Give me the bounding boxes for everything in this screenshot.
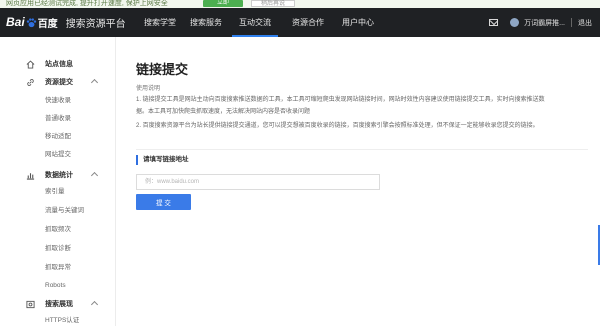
main-content: 链接提交 使用说明 1. 链接提交工具是网站主动向百度搜索推送数据的工具，本工具… (116, 37, 600, 326)
sidebar-data-stats[interactable]: 数据统计 (0, 168, 115, 184)
sidebar-site-info[interactable]: 站点信息 (0, 57, 115, 73)
url-section-title: 请填写链接地址 (136, 155, 189, 165)
avatar[interactable] (510, 18, 520, 27)
sidebar-item-normal-index[interactable]: 普通收录 (45, 114, 71, 123)
sidebar-site-info-label: 站点信息 (45, 61, 73, 68)
sidebar: 站点信息 资源提交 快速收录 普通收录 移动适配 网站提交 数据统计 索引量 流… (0, 37, 116, 326)
mail-icon[interactable] (489, 19, 499, 26)
notice-secondary-button[interactable]: 稍后再说 (251, 0, 295, 7)
sidebar-item-crawl-errors[interactable]: 抓取异常 (45, 263, 71, 272)
sidebar-item-robots[interactable]: Robots (45, 281, 66, 290)
header-right: 万词霸屏推... 退出 (489, 8, 592, 37)
description-1: 1. 链接提交工具是网站主动向百度搜索推送数据的工具，本工具可缩短爬虫发现网站链… (136, 97, 545, 103)
sidebar-search-display[interactable]: 搜索展现 (0, 297, 115, 313)
description-2: 2. 百度搜索资源平台为站长提供链接提交通道，您可以提交想被百度收录的链接，百度… (136, 123, 539, 129)
logo-bai: Bai (6, 15, 25, 29)
display-icon (26, 300, 35, 309)
sidebar-resource-submit-label: 资源提交 (45, 79, 73, 86)
sidebar-resource-submit[interactable]: 资源提交 (0, 75, 115, 91)
nav-user-center[interactable]: 用户中心 (336, 8, 380, 37)
notice-primary-button[interactable]: 立即 (203, 0, 243, 7)
logo-du: 百度 (37, 18, 58, 30)
description-1b: 据。本工具可加快爬虫抓取速度，无法解决网站内容是否收录问题 (136, 109, 311, 115)
sidebar-item-crawl-diagnosis[interactable]: 抓取诊断 (45, 244, 71, 253)
platform-name: 搜索资源平台 (65, 18, 126, 30)
sidebar-item-crawl-frequency[interactable]: 抓取频次 (45, 225, 71, 234)
home-icon (26, 60, 35, 69)
sidebar-item-https[interactable]: HTTPS认证 (45, 316, 79, 325)
page-title: 链接提交 (136, 62, 189, 77)
chart-icon (26, 173, 35, 180)
header-divider (571, 18, 572, 27)
usage-label: 使用说明 (136, 86, 161, 92)
sidebar-item-fast-index[interactable]: 快速收录 (45, 96, 71, 105)
divider (136, 149, 588, 150)
top-header: Bai 百度 搜索资源平台 搜索学堂 搜索服务 互动交流 资源合作 用户中心 万… (0, 8, 600, 37)
sidebar-item-traffic-keywords[interactable]: 流量与关键词 (45, 206, 84, 215)
sidebar-data-stats-label: 数据统计 (45, 172, 73, 179)
submit-button[interactable]: 提 交 (136, 194, 191, 210)
sidebar-search-display-label: 搜索展现 (45, 301, 73, 308)
nav-search-school[interactable]: 搜索学堂 (138, 8, 182, 37)
username[interactable]: 万词霸屏推... (524, 18, 565, 28)
paw-icon (26, 17, 36, 27)
url-input[interactable] (136, 174, 380, 190)
nav-search-service[interactable]: 搜索服务 (184, 8, 228, 37)
sidebar-item-mobile-adapt[interactable]: 移动适配 (45, 132, 71, 141)
chevron-up-icon[interactable] (90, 171, 99, 180)
logout-link[interactable]: 退出 (578, 18, 592, 28)
chevron-up-icon[interactable] (90, 300, 99, 309)
notice-text: 网页应用已经测试完成, 提升打开速度, 保护上网安全 (6, 0, 168, 7)
nav-interaction[interactable]: 互动交流 (232, 8, 278, 37)
chevron-up-icon[interactable] (90, 78, 99, 87)
sidebar-item-index-volume[interactable]: 索引量 (45, 187, 65, 196)
link-icon (27, 79, 34, 86)
nav-resource-coop[interactable]: 资源合作 (286, 8, 330, 37)
baidu-logo[interactable]: Bai 百度 搜索资源平台 (6, 15, 126, 30)
sidebar-item-site-submit[interactable]: 网站提交 (45, 150, 71, 159)
